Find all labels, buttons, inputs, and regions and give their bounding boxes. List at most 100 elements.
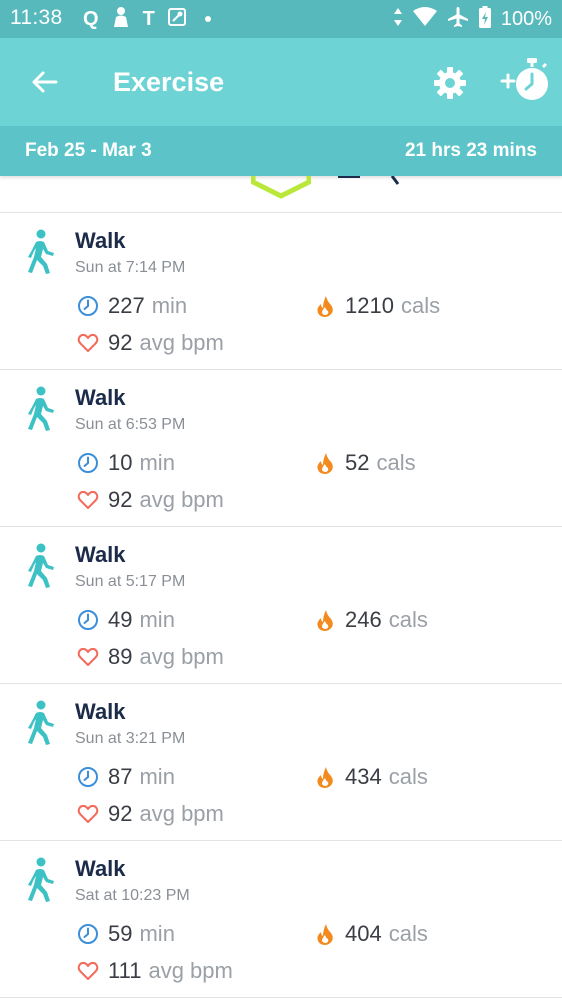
- walk-icon: [28, 543, 54, 588]
- system-icons: 100%: [393, 5, 552, 33]
- page-title: Exercise: [113, 67, 225, 97]
- airplane-icon: [447, 6, 469, 33]
- heart-rate-unit: avg bpm: [148, 958, 233, 983]
- calories-unit: cals: [388, 764, 428, 789]
- week-date-range: Feb 25 - Mar 3: [25, 140, 152, 161]
- back-arrow-icon: [32, 71, 58, 93]
- duration-value: 49: [108, 607, 133, 632]
- exercise-time: Sun at 5:17 PM: [75, 573, 186, 590]
- duration-unit: min: [151, 293, 188, 318]
- duration-unit: min: [139, 764, 175, 789]
- calories-stat: 434 cals: [314, 763, 428, 791]
- walk-icon: [28, 386, 54, 431]
- back-button[interactable]: [26, 64, 62, 100]
- notification-icons: Q T: [83, 6, 211, 32]
- exercise-time: Sun at 7:14 PM: [75, 259, 186, 276]
- app-bar: Exercise: [0, 38, 562, 126]
- exercise-row[interactable]: Walk Sat at 10:23 PM 59 min 404 cals 111…: [0, 841, 562, 998]
- wifi-icon: [412, 6, 437, 32]
- calories-stat: 52 cals: [314, 449, 416, 477]
- exercise-row[interactable]: Walk Sun at 3:21 PM 87 min 434 cals 92 a…: [0, 684, 562, 841]
- duration-value: 59: [108, 921, 133, 946]
- flame-icon: [317, 610, 333, 631]
- duration-stat: 227 min: [77, 292, 187, 320]
- calories-unit: cals: [388, 607, 428, 632]
- exercise-time: Sun at 6:53 PM: [75, 416, 186, 433]
- heart-rate-value: 89: [108, 644, 133, 669]
- exercise-title: Walk: [75, 699, 126, 724]
- heart-rate-stat: 92 avg bpm: [77, 486, 224, 514]
- duration-stat: 49 min: [77, 606, 175, 634]
- flame-icon: [317, 296, 333, 317]
- flame-icon: [317, 767, 333, 788]
- exercise-row[interactable]: Walk Sun at 5:17 PM 49 min 246 cals 89 a…: [0, 527, 562, 684]
- exercise-row[interactable]: Walk Sun at 6:53 PM 10 min 52 cals 92 av…: [0, 370, 562, 527]
- walk-icon: [28, 229, 54, 274]
- goal-hexagon-icon: [251, 176, 311, 199]
- clock-icon: [78, 296, 98, 316]
- calories-value: 434: [345, 764, 382, 789]
- add-exercise-timer-button[interactable]: [498, 56, 552, 106]
- flame-icon: [317, 453, 333, 474]
- status-bar: 11:38 Q T 100%: [0, 0, 562, 38]
- more-notifications-dot: [204, 16, 211, 22]
- duration-stat: 10 min: [77, 449, 175, 477]
- clock-icon: [78, 767, 98, 787]
- heart-icon: [77, 961, 99, 980]
- heart-rate-stat: 89 avg bpm: [77, 643, 224, 671]
- add-stopwatch-icon: [500, 58, 548, 100]
- heart-rate-stat: 111 avg bpm: [77, 957, 233, 985]
- heart-rate-unit: avg bpm: [139, 801, 224, 826]
- heart-rate-unit: avg bpm: [139, 644, 224, 669]
- exercise-time: Sun at 3:21 PM: [75, 730, 186, 747]
- battery-percentage: 100%: [500, 7, 552, 30]
- heart-rate-stat: 92 avg bpm: [77, 329, 224, 357]
- calories-stat: 404 cals: [314, 920, 428, 948]
- exercise-time: Sat at 10:23 PM: [75, 887, 190, 904]
- duration-value: 87: [108, 764, 133, 789]
- heart-rate-value: 111: [108, 958, 142, 983]
- duration-value: 10: [108, 450, 133, 475]
- calories-stat: 1210 cals: [314, 292, 440, 320]
- week-total-duration: 21 hrs 23 mins: [404, 140, 537, 161]
- heart-icon: [77, 804, 99, 823]
- heart-rate-unit: avg bpm: [139, 330, 224, 355]
- notification-q-icon: Q: [83, 8, 99, 30]
- weekly-goal-peek: [0, 176, 562, 213]
- clock-icon: [78, 453, 98, 473]
- exercise-title: Walk: [75, 385, 126, 410]
- calories-value: 404: [345, 921, 382, 946]
- exercise-row[interactable]: Walk Sun at 7:14 PM 227 min 1210 cals 92…: [0, 213, 562, 370]
- calories-unit: cals: [400, 293, 441, 318]
- calories-unit: cals: [388, 921, 428, 946]
- calories-value: 52: [345, 450, 370, 475]
- calories-value: 246: [345, 607, 382, 632]
- clock-icon: [78, 610, 98, 630]
- notification-t-icon: T: [142, 8, 155, 30]
- gear-icon: [434, 67, 466, 99]
- heart-rate-unit: avg bpm: [139, 487, 224, 512]
- cut-off-text-fragment: [338, 176, 400, 185]
- battery-icon: [478, 5, 491, 33]
- duration-unit: min: [139, 921, 175, 946]
- notification-app-icon: [111, 6, 131, 33]
- settings-button[interactable]: [430, 63, 470, 103]
- walk-icon: [28, 857, 54, 902]
- walk-icon: [28, 700, 54, 745]
- exercise-title: Walk: [75, 542, 126, 567]
- duration-value: 227: [108, 293, 145, 318]
- duration-stat: 87 min: [77, 763, 175, 791]
- duration-unit: min: [139, 450, 175, 475]
- exercise-title: Walk: [75, 856, 126, 881]
- data-arrows-icon: [393, 7, 403, 32]
- duration-unit: min: [139, 607, 175, 632]
- heart-icon: [77, 490, 99, 509]
- exercise-list: Walk Sun at 7:14 PM 227 min 1210 cals 92…: [0, 213, 562, 998]
- heart-icon: [77, 647, 99, 666]
- heart-rate-value: 92: [108, 330, 133, 355]
- calories-unit: cals: [376, 450, 416, 475]
- calories-stat: 246 cals: [314, 606, 428, 634]
- notification-maps-icon: [167, 7, 187, 32]
- week-summary-bar: Feb 25 - Mar 3 21 hrs 23 mins: [0, 126, 562, 176]
- heart-rate-value: 92: [108, 801, 133, 826]
